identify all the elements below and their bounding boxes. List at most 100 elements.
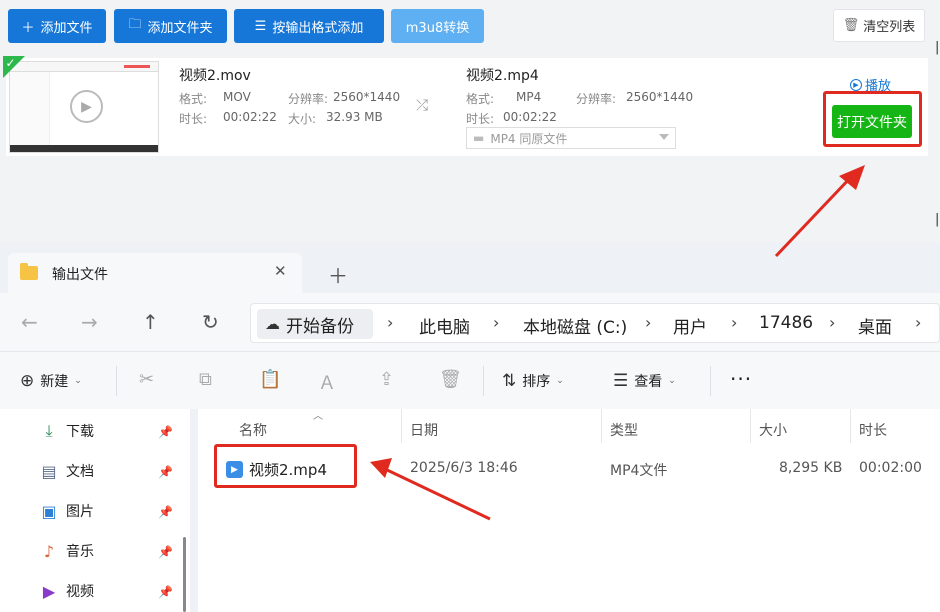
add-by-format-label: 按输出格式添加 — [272, 20, 364, 36]
more-options-icon[interactable]: ··· — [730, 367, 752, 391]
tab-output-files[interactable]: 输出文件 ✕ — [8, 253, 302, 293]
dropdown-caret-icon — [659, 134, 669, 140]
breadcrumb-chevron-icon[interactable]: › — [915, 313, 921, 332]
add-folder-label: 添加文件夹 — [147, 20, 213, 36]
delete-icon[interactable]: 🗑 — [439, 369, 462, 390]
pin-icon[interactable]: 📌 — [158, 465, 173, 479]
breadcrumb-chevron-icon[interactable]: › — [731, 313, 737, 332]
command-bar: ⊕ 新建 ⌄ ✂ ⧉ 📋 Ａ ⇪ 🗑 ⇅ 排序 ⌄ ☰ 查看 ⌄ ··· — [0, 351, 940, 409]
source-format-label: 格式: — [179, 92, 208, 106]
sort-label: 排序 — [522, 374, 551, 390]
paste-icon[interactable]: 📋 — [259, 369, 281, 390]
source-duration-label: 时长: — [179, 112, 208, 126]
breadcrumb-chevron-icon[interactable]: › — [645, 313, 651, 332]
column-header-name[interactable]: 名称 — [239, 420, 267, 440]
output-duration-label: 时长: — [466, 112, 495, 126]
pin-icon[interactable]: 📌 — [158, 425, 173, 439]
download-icon: ⤓ — [45, 421, 53, 440]
new-button[interactable]: ⊕ 新建 ⌄ — [20, 371, 82, 391]
output-format-select[interactable]: ▬ MP4 同原文件 — [466, 127, 676, 149]
column-header-duration[interactable]: 时长 — [859, 420, 887, 440]
chevron-down-icon: ⌄ — [74, 376, 82, 386]
edge-fragment: | — [935, 212, 940, 227]
column-header-type[interactable]: 类型 — [610, 420, 638, 440]
navigation-bar: ← → ↑ ↻ ☁ 开始备份 › 此电脑 › 本地磁盘 (C:) › 用户 › … — [0, 293, 940, 351]
source-size-label: 大小: — [288, 112, 317, 126]
sidebar-item-documents[interactable]: ▤ 文档 — [40, 461, 94, 481]
breadcrumb-chevron-icon[interactable]: › — [387, 313, 393, 332]
sidebar-item-music[interactable]: ♪ 音乐 — [40, 541, 94, 561]
trash-icon: 🗑 — [842, 18, 860, 33]
breadcrumb-chevron-icon[interactable]: › — [829, 313, 835, 332]
sidebar-scrollbar[interactable] — [183, 537, 186, 612]
view-lines-icon: ☰ — [613, 371, 629, 391]
sort-ascending-icon: ︿ — [313, 411, 323, 422]
source-format: MOV — [223, 90, 251, 104]
column-header-size[interactable]: 大小 — [759, 420, 787, 440]
new-tab-plus-icon[interactable]: ＋ — [328, 260, 348, 289]
view-button[interactable]: ☰ 查看 ⌄ — [613, 371, 676, 391]
m3u8-convert-button[interactable]: m3u8转换 — [391, 9, 484, 43]
edge-fragment: | — [935, 40, 940, 55]
sidebar-item-videos[interactable]: ▶ 视频 — [40, 581, 94, 601]
breadcrumb-item[interactable]: 17486 — [759, 313, 813, 333]
navigation-pane: ⤓ 下载 📌 ▤ 文档 📌 ▣ 图片 📌 ♪ 音乐 📌 ▶ 视频 📌 — [0, 409, 190, 612]
address-bar[interactable]: ☁ 开始备份 › 此电脑 › 本地磁盘 (C:) › 用户 › 17486 › … — [250, 303, 940, 343]
video-icon: ▬ — [473, 131, 485, 145]
breadcrumb-item[interactable]: 此电脑 — [419, 313, 470, 338]
shuffle-icon: ⤮ — [416, 96, 429, 114]
sort-icon: ⇅ — [502, 371, 517, 391]
tab-title: 输出文件 — [52, 267, 108, 283]
back-arrow-icon[interactable]: ← — [21, 310, 38, 334]
folder-icon — [20, 263, 38, 280]
start-backup-button[interactable]: ☁ 开始备份 — [257, 309, 373, 339]
sidebar-item-pictures[interactable]: ▣ 图片 — [40, 501, 94, 521]
pin-icon[interactable]: 📌 — [158, 505, 173, 519]
output-filename: 视频2.mp4 — [466, 68, 539, 84]
forward-arrow-icon[interactable]: → — [81, 310, 98, 334]
output-format-label: 格式: — [466, 92, 495, 106]
breadcrumb-chevron-icon[interactable]: › — [493, 313, 499, 332]
close-icon[interactable]: ✕ — [274, 262, 287, 280]
output-resolution: 2560*1440 — [626, 90, 694, 104]
add-by-format-button[interactable]: ☰ 按输出格式添加 — [234, 9, 384, 43]
sidebar-item-label: 图片 — [66, 504, 94, 520]
refresh-icon[interactable]: ↻ — [202, 310, 219, 334]
document-icon: ▤ — [41, 461, 57, 481]
sidebar-item-label: 视频 — [66, 584, 94, 600]
breadcrumb-item[interactable]: 桌面 — [858, 313, 892, 338]
column-header-date[interactable]: 日期 — [410, 420, 438, 440]
source-filename: 视频2.mov — [179, 68, 251, 84]
rename-icon[interactable]: Ａ — [318, 369, 336, 395]
sidebar-item-label: 音乐 — [66, 544, 94, 560]
pin-icon[interactable]: 📌 — [158, 545, 173, 559]
video-thumbnail[interactable]: ▶ — [9, 61, 159, 153]
cloud-backup-icon: ☁ — [265, 315, 280, 333]
add-file-button[interactable]: ＋ 添加文件 — [8, 9, 106, 43]
breadcrumb-item[interactable]: 本地磁盘 (C:) — [523, 313, 627, 338]
breadcrumb-item[interactable]: 用户 — [673, 313, 707, 338]
play-circle-icon: ▶ — [70, 90, 103, 123]
clear-list-label: 清空列表 — [863, 20, 916, 35]
add-folder-button[interactable]: 🗀 添加文件夹 — [114, 9, 227, 43]
pin-icon[interactable]: 📌 — [158, 585, 173, 599]
output-duration: 00:02:22 — [503, 110, 557, 124]
cut-icon[interactable]: ✂ — [139, 369, 154, 390]
sidebar-item-downloads[interactable]: ⤓ 下载 — [40, 421, 94, 441]
file-name: 视频2.mp4 — [249, 461, 327, 479]
file-list: ︿ 名称 日期 类型 大小 时长 ▶ 视频2.mp4 2025/6/3 18:4… — [198, 409, 940, 612]
output-preset-value: MP4 同原文件 — [490, 131, 568, 146]
new-label: 新建 — [40, 374, 69, 390]
plus-circle-icon: ⊕ — [20, 371, 35, 391]
sidebar-item-label: 下载 — [66, 424, 94, 440]
clear-list-button[interactable]: 🗑 清空列表 — [833, 9, 925, 42]
share-icon[interactable]: ⇪ — [379, 369, 394, 390]
sort-button[interactable]: ⇅ 排序 ⌄ — [502, 371, 564, 391]
open-folder-button[interactable]: 打开文件夹 — [832, 105, 912, 138]
play-link[interactable]: ▶ 播放 — [850, 75, 891, 94]
backup-label: 开始备份 — [286, 316, 354, 337]
copy-icon[interactable]: ⧉ — [199, 369, 212, 390]
music-icon: ♪ — [43, 541, 55, 561]
file-name-cell[interactable]: ▶ 视频2.mp4 — [226, 459, 327, 480]
up-arrow-icon[interactable]: ↑ — [142, 310, 159, 334]
